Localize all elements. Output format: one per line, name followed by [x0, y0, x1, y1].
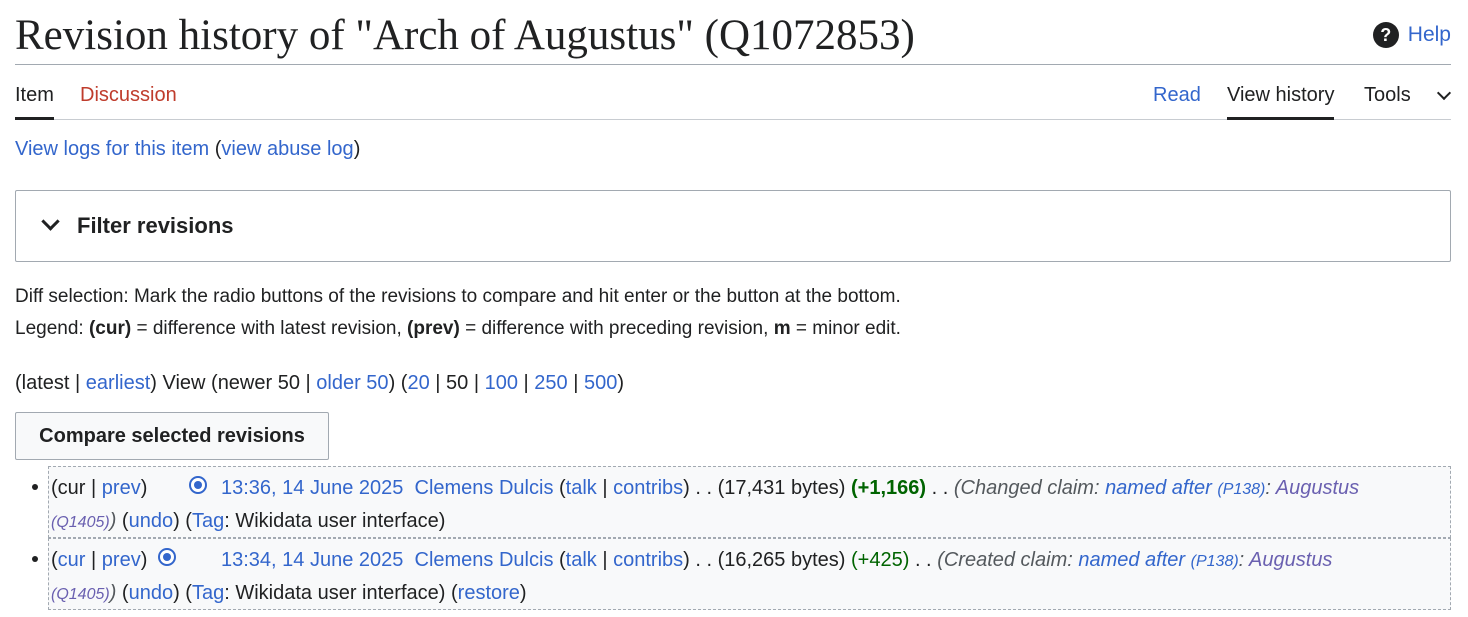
- value-link[interactable]: Augustus: [1276, 477, 1359, 499]
- view-abuse-log-link[interactable]: view abuse log: [221, 138, 353, 160]
- legend-m-text: = minor edit.: [790, 318, 901, 339]
- diff-selection-text: Diff selection: Mark the radio buttons o…: [15, 286, 901, 307]
- user-link[interactable]: Clemens Dulcis: [415, 477, 554, 499]
- history-navigation: (latest | earliest) View (newer 50 | old…: [15, 372, 624, 395]
- logs-line: View logs for this item (view abuse log): [15, 138, 360, 161]
- summary-prefix: (Changed claim:: [953, 477, 1106, 499]
- revision-size: (16,265 bytes): [717, 549, 846, 571]
- property-id-link[interactable]: (P138): [1191, 553, 1239, 570]
- help-icon: ?: [1372, 22, 1399, 48]
- tag-value: : Wikidata user interface): [224, 510, 446, 532]
- page-title: Revision history of "Arch of Augustus" (…: [15, 12, 915, 59]
- nav-close-open: ) (: [388, 372, 408, 394]
- size-diff: (+1,166): [851, 477, 927, 499]
- legend-prefix: Legend:: [15, 318, 89, 339]
- nav-close: ): [617, 372, 624, 394]
- tab-tools[interactable]: Tools: [1364, 66, 1452, 120]
- help-link[interactable]: ? Help: [1372, 22, 1451, 48]
- legend-text: Legend: (cur) = difference with latest r…: [15, 318, 901, 340]
- revision-line: (Q1405)) (undo) (Tag: Wikidata user inte…: [51, 582, 527, 604]
- size-diff: (+425): [851, 549, 910, 571]
- value-id-link[interactable]: (Q1405): [51, 514, 110, 531]
- prev-link[interactable]: prev: [102, 477, 141, 499]
- revision-line: (cur | prev): [51, 549, 148, 571]
- revision-row: (cur | prev) 13:36, 14 June 2025 Clemens…: [32, 466, 1451, 538]
- revision-details: 13:34, 14 June 2025 Clemens Dulcis (talk…: [221, 549, 1333, 571]
- revision-details: 13:36, 14 June 2025 Clemens Dulcis (talk…: [221, 477, 1360, 499]
- legend-cur-text: = difference with latest revision,: [131, 318, 408, 339]
- legend-cur: (cur): [88, 318, 132, 339]
- nav-view-newer: ) View (newer 50 |: [150, 372, 317, 394]
- edit-summary: (Created claim: named after (P138): Augu…: [937, 549, 1333, 571]
- revision-timestamp-link[interactable]: 13:36, 14 June 2025: [221, 477, 403, 499]
- tools-label: Tools: [1364, 84, 1411, 106]
- value-id-link[interactable]: (Q1405): [51, 586, 110, 603]
- list-bullet: [32, 484, 38, 490]
- tab-discussion[interactable]: Discussion: [80, 66, 177, 120]
- help-label: Help: [1407, 23, 1451, 46]
- legend-prev-text: = difference with preceding revision,: [459, 318, 774, 339]
- list-bullet: [32, 556, 38, 562]
- nav-limit-100[interactable]: 100: [485, 372, 518, 394]
- compare-selected-revisions-button[interactable]: Compare selected revisions: [15, 412, 329, 460]
- talk-link[interactable]: talk: [566, 549, 597, 571]
- nav-sep: |: [567, 372, 584, 394]
- nav-latest: (latest |: [15, 372, 86, 394]
- value-link[interactable]: Augustus: [1249, 549, 1332, 571]
- legend-m: m: [773, 318, 791, 339]
- tab-read[interactable]: Read: [1153, 66, 1201, 120]
- view-logs-link[interactable]: View logs for this item: [15, 138, 209, 160]
- contribs-link[interactable]: contribs: [613, 549, 683, 571]
- nav-limit-500[interactable]: 500: [584, 372, 617, 394]
- summary-prefix: (Created claim:: [937, 549, 1079, 571]
- tag-link[interactable]: Tag: [192, 510, 224, 532]
- revision-timestamp-link[interactable]: 13:34, 14 June 2025: [221, 549, 403, 571]
- contribs-link[interactable]: contribs: [613, 477, 683, 499]
- legend-prev: (prev): [407, 318, 460, 339]
- property-link[interactable]: named after: [1105, 477, 1212, 499]
- tab-view-history[interactable]: View history: [1227, 66, 1335, 120]
- filter-revisions-panel[interactable]: Filter revisions: [15, 190, 1451, 262]
- chevron-down-icon: [41, 212, 60, 231]
- nav-limit-50: | 50 |: [429, 372, 485, 394]
- nav-sep: |: [517, 372, 535, 394]
- revision-row: (cur | prev) 13:34, 14 June 2025 Clemens…: [32, 538, 1451, 610]
- undo-link[interactable]: undo: [129, 510, 174, 532]
- user-link[interactable]: Clemens Dulcis: [415, 549, 554, 571]
- logs-open-paren: (: [209, 138, 222, 160]
- revision-line: (Q1405)) (undo) (Tag: Wikidata user inte…: [51, 510, 446, 532]
- revision-size: (17,431 bytes): [717, 477, 846, 499]
- nav-limit-20[interactable]: 20: [407, 372, 429, 394]
- undo-link[interactable]: undo: [129, 582, 174, 604]
- tag-value: : Wikidata user interface): [224, 582, 446, 604]
- filter-revisions-label: Filter revisions: [77, 213, 234, 238]
- property-link[interactable]: named after: [1078, 549, 1185, 571]
- revision-line: (cur | prev): [51, 477, 148, 499]
- page-tabs: Item Discussion Read View history Tools: [15, 66, 1452, 120]
- cur-text: cur: [57, 477, 86, 499]
- edit-summary: (Changed claim: named after (P138): Augu…: [953, 477, 1360, 499]
- talk-link[interactable]: talk: [566, 477, 597, 499]
- tag-link[interactable]: Tag: [192, 582, 224, 604]
- logs-close-paren: ): [353, 138, 361, 160]
- nav-limit-250[interactable]: 250: [534, 372, 567, 394]
- page-header: Revision history of "Arch of Augustus" (…: [15, 0, 1451, 65]
- property-id-link[interactable]: (P138): [1217, 481, 1265, 498]
- restore-link[interactable]: restore: [458, 582, 520, 604]
- revision-radio-old[interactable]: [158, 548, 176, 566]
- nav-older-link[interactable]: older 50: [316, 372, 388, 394]
- chevron-down-icon: [1436, 85, 1452, 101]
- tab-item[interactable]: Item: [15, 66, 54, 120]
- nav-earliest-link[interactable]: earliest: [86, 372, 150, 394]
- revision-radio-new[interactable]: [189, 476, 207, 494]
- prev-link[interactable]: prev: [102, 549, 141, 571]
- cur-link[interactable]: cur: [58, 549, 86, 571]
